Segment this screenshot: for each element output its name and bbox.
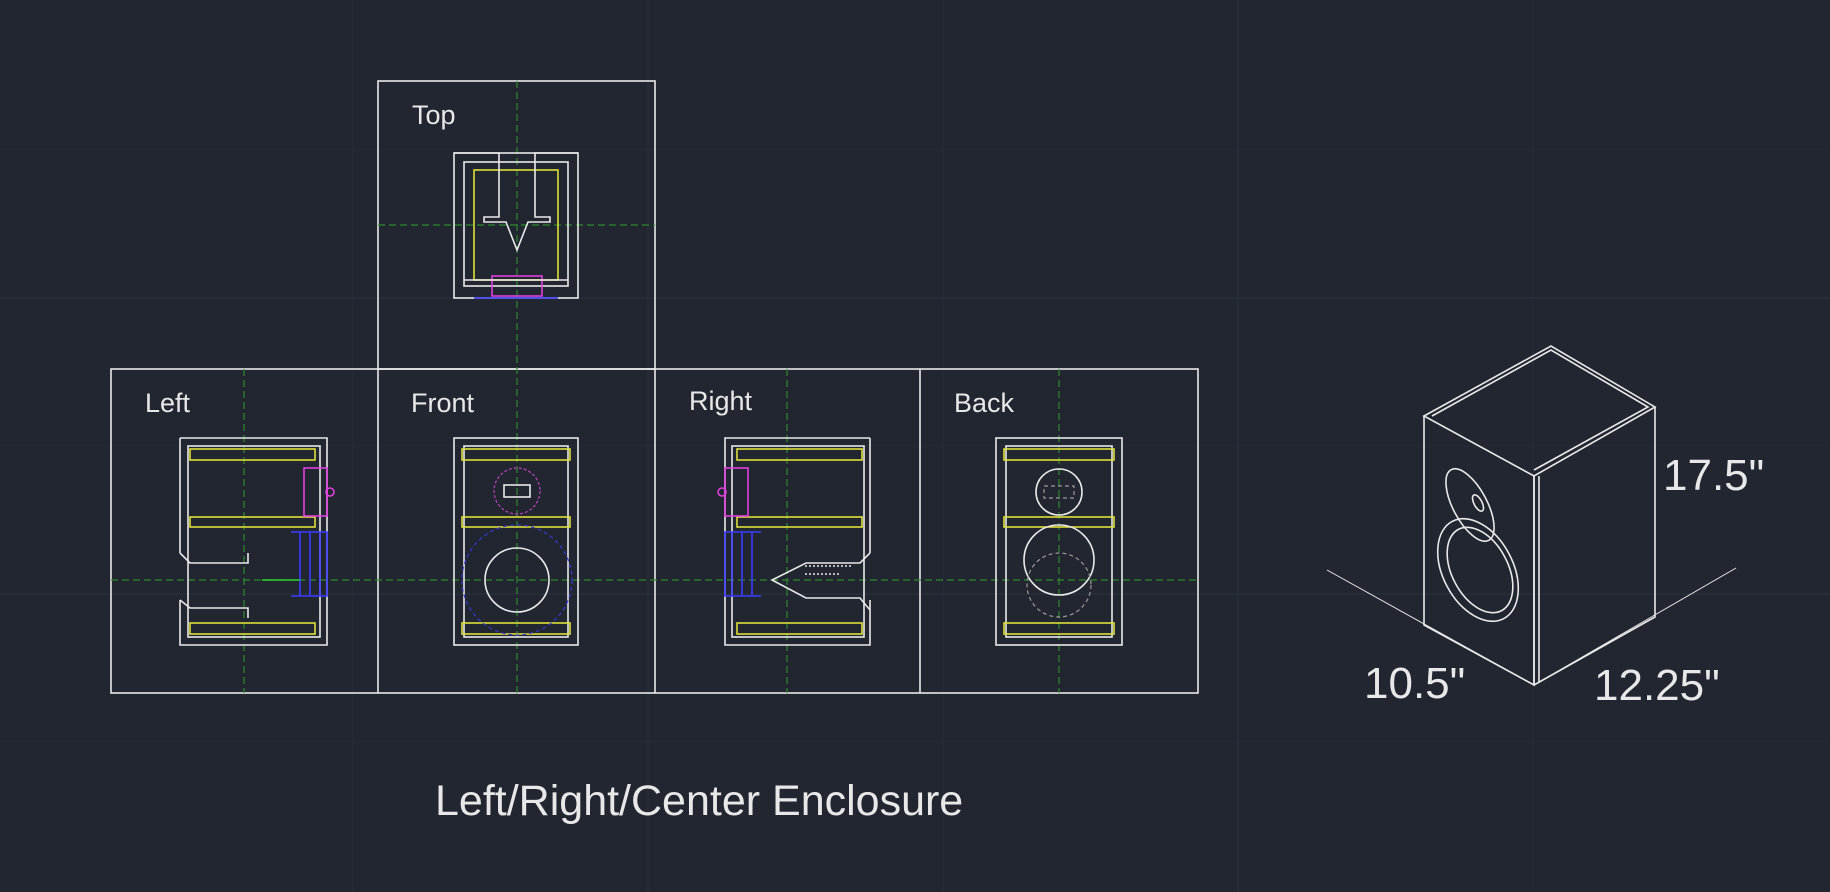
- isometric-view[interactable]: [1326, 345, 1737, 687]
- view-label-left: Left: [145, 388, 191, 418]
- front-view[interactable]: [453, 437, 579, 646]
- dimension-width: 10.5": [1364, 659, 1465, 708]
- cad-drawing-canvas[interactable]: Top Left Front Right Back 17.5" 10.5" 12…: [0, 0, 1830, 892]
- view-frames: [110, 80, 1199, 694]
- view-label-top: Top: [412, 100, 456, 130]
- view-label-front: Front: [411, 388, 475, 418]
- drawing-title: Left/Right/Center Enclosure: [435, 777, 963, 825]
- view-label-back: Back: [954, 388, 1015, 418]
- right-view[interactable]: [717, 437, 871, 646]
- dimension-depth: 12.25": [1594, 661, 1720, 710]
- view-label-right: Right: [689, 386, 753, 416]
- dimension-height: 17.5": [1663, 451, 1764, 500]
- left-view[interactable]: [179, 437, 335, 646]
